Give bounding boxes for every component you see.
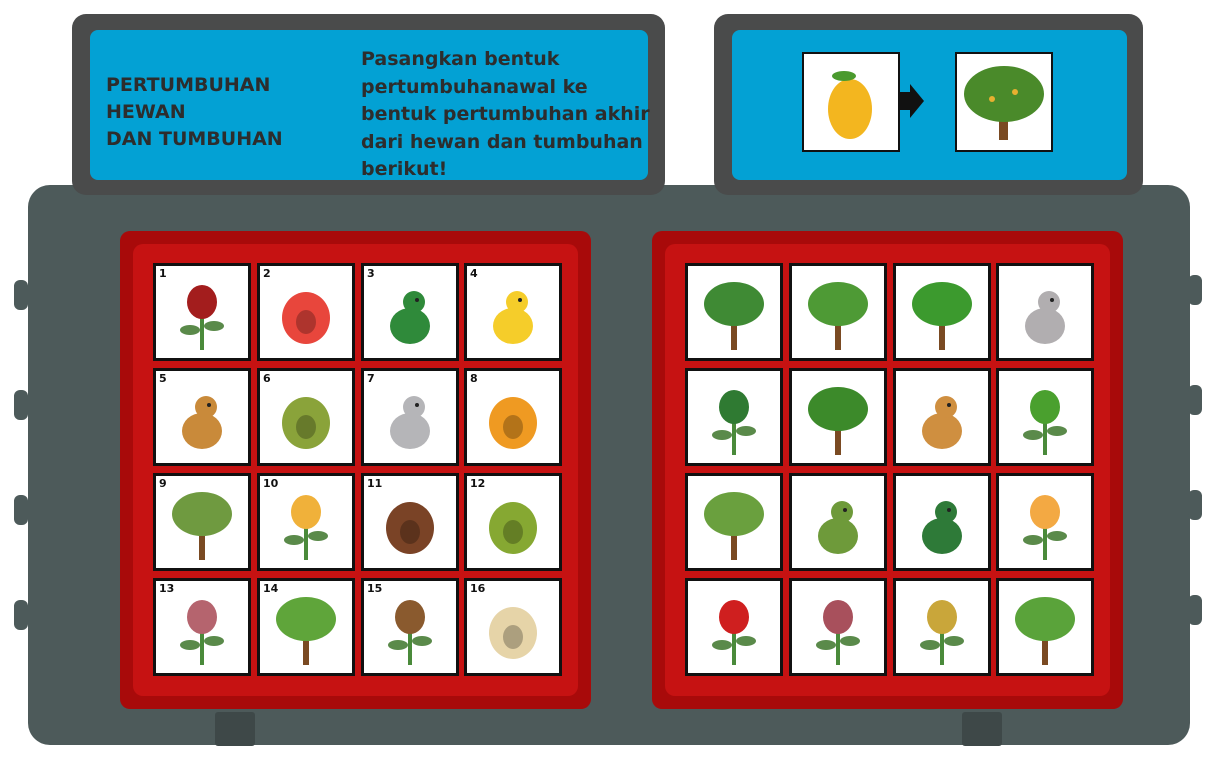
end-stage-card[interactable] (789, 473, 887, 571)
avocado-icon (282, 397, 330, 449)
start-stage-card[interactable]: 12 (464, 473, 562, 571)
start-stage-card[interactable]: 15 (361, 578, 459, 676)
start-stage-card[interactable]: 1 (153, 263, 251, 361)
shallot-plant-icon (816, 600, 860, 665)
start-stage-card[interactable]: 10 (257, 473, 355, 571)
board-tab (962, 712, 1002, 746)
start-stage-card[interactable]: 7 (361, 368, 459, 466)
start-stage-card[interactable]: 11 (361, 473, 459, 571)
duckling-icon (493, 291, 533, 344)
hibiscus-bud-icon (284, 495, 328, 560)
rose-bud-icon (180, 285, 224, 350)
end-stage-card[interactable] (893, 368, 991, 466)
start-stage-card[interactable]: 4 (464, 263, 562, 361)
arrow-right-icon (900, 84, 924, 118)
rose-icon (712, 600, 756, 665)
end-stage-card[interactable] (996, 368, 1094, 466)
start-stage-card[interactable]: 16 (464, 578, 562, 676)
end-stage-card[interactable] (789, 578, 887, 676)
watermelon-plant-icon (712, 390, 756, 455)
mango-fruit-icon (828, 71, 872, 139)
end-stage-card[interactable] (893, 263, 991, 361)
bean-sprout-icon (1023, 390, 1067, 455)
rice-grain-icon (489, 607, 537, 659)
page-title: PERTUMBUHAN HEWAN DAN TUMBUHAN (106, 74, 283, 150)
baby-rabbit-icon (390, 396, 430, 449)
end-stage-card[interactable] (685, 578, 783, 676)
board-knob (1188, 595, 1202, 625)
start-stage-card[interactable]: 3 (361, 263, 459, 361)
papaya-icon (489, 397, 537, 449)
bamboo-shoot-icon (172, 492, 232, 560)
frog-icon (818, 501, 858, 554)
kangaroo-icon (922, 396, 962, 449)
start-stage-card[interactable]: 8 (464, 368, 562, 466)
example-start-card (802, 52, 900, 152)
start-stage-card[interactable]: 9 (153, 473, 251, 571)
shallot-icon (180, 600, 224, 665)
board-knob (14, 280, 28, 310)
avocado-tree-icon (808, 387, 868, 455)
salak-fruit-icon (386, 502, 434, 554)
board-knob (1188, 385, 1202, 415)
bamboo-icon (1015, 597, 1075, 665)
end-stage-card[interactable] (789, 368, 887, 466)
end-stage-card[interactable] (893, 578, 991, 676)
rice-plant-icon (920, 600, 964, 665)
tadpole-icon (390, 291, 430, 344)
watermelon-slice-icon (282, 292, 330, 344)
sprouting-coconut-icon (388, 600, 432, 665)
board-knob (1188, 490, 1202, 520)
start-stage-card[interactable]: 14 (257, 578, 355, 676)
board-knob (14, 600, 28, 630)
end-stage-card[interactable] (893, 473, 991, 571)
board-knob (14, 390, 28, 420)
end-stage-card[interactable] (685, 368, 783, 466)
board-knob (1188, 275, 1202, 305)
start-stage-card[interactable]: 2 (257, 263, 355, 361)
end-stage-card[interactable] (996, 578, 1094, 676)
joey-kangaroo-icon (182, 396, 222, 449)
oil-palm-tree-icon (704, 282, 764, 350)
end-stage-card[interactable] (685, 263, 783, 361)
instruction-text: Pasangkan bentuk pertumbuhanawal ke bent… (361, 48, 650, 180)
end-stage-card[interactable] (996, 263, 1094, 361)
start-stage-card[interactable]: 6 (257, 368, 355, 466)
end-stage-card[interactable] (789, 263, 887, 361)
example-end-card (955, 52, 1053, 152)
hibiscus-flower-icon (1023, 495, 1067, 560)
board-knob (14, 495, 28, 525)
mango-tree-icon (964, 66, 1044, 140)
start-stage-card[interactable]: 5 (153, 368, 251, 466)
end-stage-card[interactable] (996, 473, 1094, 571)
papaya-tree-icon (808, 282, 868, 350)
duck-icon (922, 501, 962, 554)
start-stage-card[interactable]: 13 (153, 578, 251, 676)
banana-tree-icon (704, 492, 764, 560)
board-tab (215, 712, 255, 746)
green-beans-icon (489, 502, 537, 554)
end-stage-card[interactable] (685, 473, 783, 571)
example-panel-inner (732, 30, 1127, 180)
rabbit-icon (1025, 291, 1065, 344)
banana-sprout-icon (276, 597, 336, 665)
coconut-tree-icon (912, 282, 972, 350)
